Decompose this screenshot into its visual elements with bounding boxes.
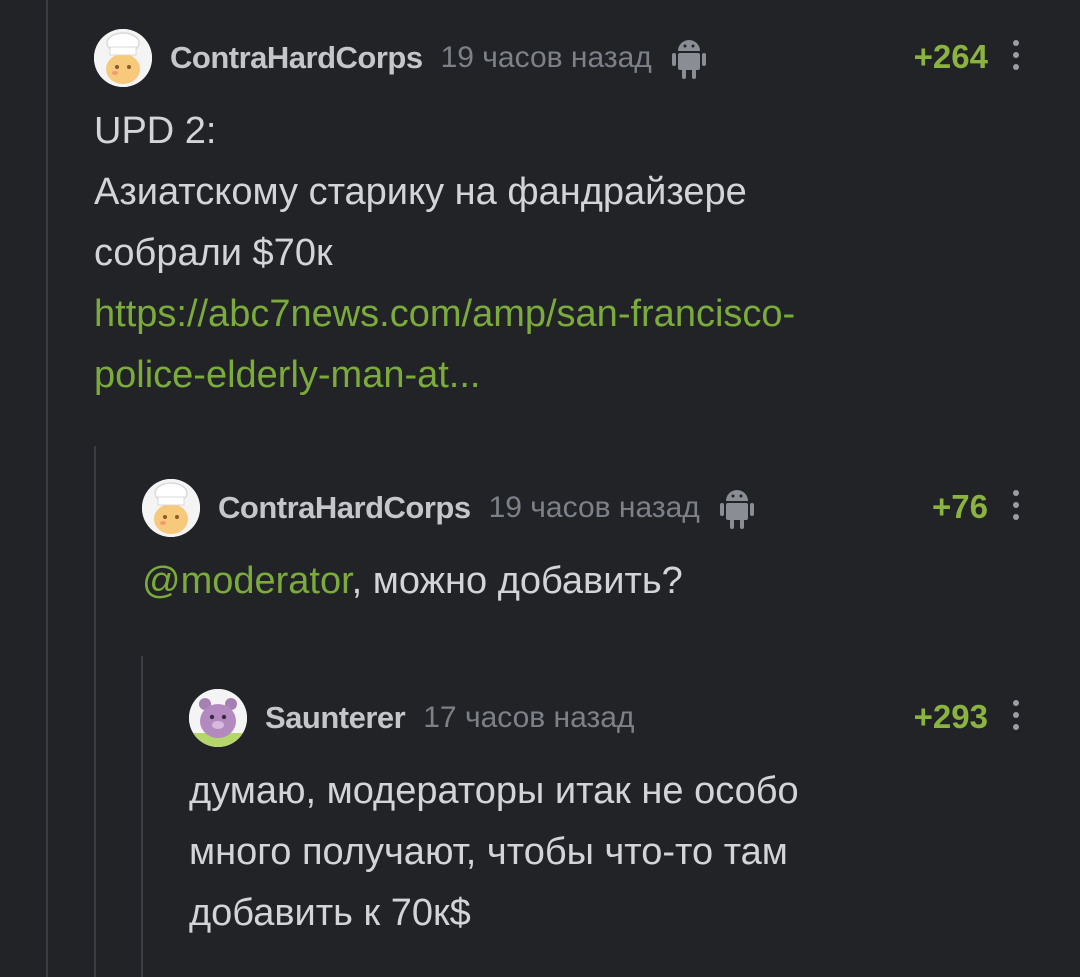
comment-link-continued[interactable]: police-elderly-man-at... bbox=[94, 345, 795, 406]
cook-avatar-icon[interactable] bbox=[94, 29, 152, 87]
comment-link[interactable]: https://abc7news.com/amp/san-francisco- bbox=[94, 284, 795, 345]
comment-rating[interactable]: +264 bbox=[858, 38, 988, 76]
comment-header: ContraHardCorps 19 часов назад bbox=[142, 478, 754, 538]
hamster-avatar-icon[interactable] bbox=[189, 689, 247, 747]
comment-text-line: думаю, модераторы итак не особо bbox=[189, 770, 799, 812]
comment-text-line: Азиатскому старику на фандрайзере bbox=[94, 171, 747, 213]
more-options-icon[interactable] bbox=[1012, 490, 1020, 522]
more-options-icon[interactable] bbox=[1012, 700, 1020, 732]
author-name[interactable]: ContraHardCorps bbox=[218, 490, 471, 526]
comment-text-line: добавить к 70к$ bbox=[189, 892, 471, 934]
author-name[interactable]: ContraHardCorps bbox=[170, 40, 423, 76]
comment-text-line: UPD 2: bbox=[94, 110, 217, 152]
comment: ContraHardCorps 19 часов назад +264 UPD … bbox=[94, 28, 1034, 428]
thread-line-level-0 bbox=[46, 0, 48, 977]
more-options-icon[interactable] bbox=[1012, 40, 1020, 72]
comment-text-line: собрали $70к bbox=[94, 232, 333, 274]
comment-body: UPD 2: Азиатскому старику на фандрайзере… bbox=[94, 101, 795, 406]
cook-avatar-icon[interactable] bbox=[142, 479, 200, 537]
thread-line-level-1 bbox=[94, 446, 96, 977]
comment-text: , можно добавить? bbox=[351, 560, 683, 602]
android-icon bbox=[719, 487, 754, 529]
comment-header: ContraHardCorps 19 часов назад bbox=[94, 28, 706, 88]
mention-link[interactable]: @moderator bbox=[142, 560, 352, 602]
comment-time: 17 часов назад bbox=[423, 701, 635, 734]
author-name[interactable]: Saunterer bbox=[265, 700, 406, 736]
comment-header: Saunterer 17 часов назад bbox=[189, 688, 634, 748]
thread-line-level-2 bbox=[141, 656, 143, 977]
comment-text-line: @moderator, можно добавить? bbox=[142, 551, 683, 612]
comment-time: 19 часов назад bbox=[440, 41, 652, 74]
comment-time: 19 часов назад bbox=[488, 491, 700, 524]
comment-reply: ContraHardCorps 19 часов назад +76 @mode… bbox=[142, 478, 1034, 618]
comment-rating[interactable]: +293 bbox=[858, 698, 988, 736]
comment-reply: Saunterer 17 часов назад +293 думаю, мод… bbox=[189, 688, 1034, 958]
comment-body: думаю, модераторы итак не особо много по… bbox=[189, 761, 799, 944]
comments-thread: ContraHardCorps 19 часов назад +264 UPD … bbox=[0, 0, 1080, 977]
comment-body: @moderator, можно добавить? bbox=[142, 551, 683, 612]
comment-rating[interactable]: +76 bbox=[858, 488, 988, 526]
android-icon bbox=[671, 37, 706, 79]
comment-text-line: много получают, чтобы что-то там bbox=[189, 831, 788, 873]
